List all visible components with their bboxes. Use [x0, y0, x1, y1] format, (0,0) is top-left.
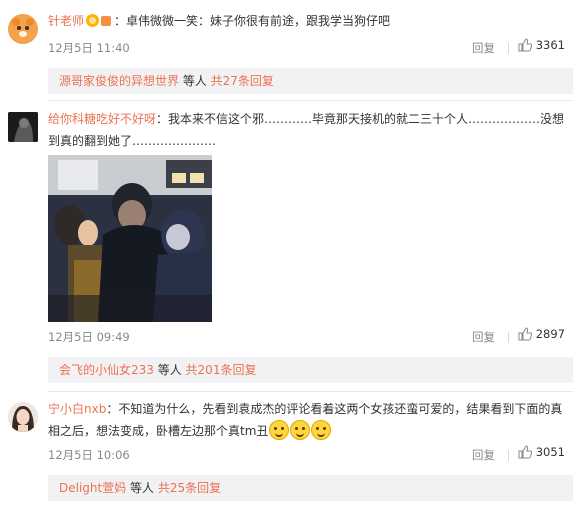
avatar[interactable] — [8, 402, 38, 432]
comment-3: 宁小白nxb：不知道为什么，先看到袁成杰的评论看着这两个女孩还蛮可爱的，结果看到… — [0, 392, 573, 509]
reply-user-link[interactable]: 源哥家俊俊的异想世界 — [59, 74, 179, 88]
comment-text-block: 针老师 ：卓伟微微一笑：妹子你很有前途，跟我学当狗仔吧 — [48, 10, 565, 32]
replies-bar[interactable]: 会飞的小仙女233 等人 共201条回复 — [48, 357, 573, 383]
thumb-up-icon — [518, 327, 532, 341]
avatar[interactable] — [8, 14, 38, 44]
replies-bar[interactable]: Delight萱妈 等人 共25条回复 — [48, 475, 573, 501]
meta-divider — [508, 450, 509, 461]
comment-meta: 12月5日 11:40 回复 3361 — [48, 38, 565, 58]
comment-date: 12月5日 10:06 — [48, 448, 130, 462]
replies-count-link[interactable]: 共25条回复 — [158, 481, 221, 495]
meta-divider — [508, 43, 509, 54]
comment-text-block: 宁小白nxb：不知道为什么，先看到袁成杰的评论看着这两个女孩还蛮可爱的，结果看到… — [48, 398, 565, 442]
replies-middle-text: 等人 — [126, 481, 158, 495]
comment-meta: 12月5日 10:06 回复 3051 — [48, 445, 565, 465]
laughing-emoji-icon — [290, 420, 311, 440]
thumb-up-icon — [518, 38, 532, 52]
reply-button[interactable]: 回复 — [472, 447, 495, 463]
comment-text: ：卓伟微微一笑：妹子你很有前途，跟我学当狗仔吧 — [114, 14, 391, 28]
like-count: 2897 — [535, 327, 565, 341]
like-button[interactable]: 3051 — [518, 445, 565, 459]
like-button[interactable]: 3361 — [518, 38, 565, 52]
comment-meta: 12月5日 09:49 回复 2897 — [48, 327, 565, 347]
avatar[interactable] — [8, 112, 38, 142]
replies-bar[interactable]: 源哥家俊俊的异想世界 等人 共27条回复 — [48, 68, 573, 94]
laughing-emoji-icon — [269, 420, 290, 440]
replies-middle-text: 等人 — [153, 363, 186, 377]
comment-date: 12月5日 11:40 — [48, 41, 130, 55]
comment-text-block: 给你科糖吃好不好呀：我本来不信这个邪…………毕竟那天接机的就二三十个人……………… — [48, 108, 565, 152]
like-button[interactable]: 2897 — [518, 327, 565, 341]
comment-date: 12月5日 09:49 — [48, 330, 130, 344]
reply-user-link[interactable]: Delight萱妈 — [59, 481, 126, 495]
comment-photo[interactable] — [48, 155, 212, 322]
laughing-emoji-icon — [311, 420, 332, 440]
comment-username[interactable]: 宁小白nxb — [48, 402, 106, 416]
like-count: 3361 — [535, 38, 565, 52]
replies-count-link[interactable]: 共27条回复 — [211, 74, 274, 88]
replies-count-link[interactable]: 共201条回复 — [186, 363, 257, 377]
like-count: 3051 — [535, 445, 565, 459]
comment-username[interactable]: 给你科糖吃好不好呀 — [48, 112, 156, 126]
meta-divider — [508, 332, 509, 343]
vip-badge-icon — [86, 14, 100, 27]
comment-username[interactable]: 针老师 — [48, 14, 84, 28]
reply-user-link[interactable]: 会飞的小仙女233 — [59, 363, 154, 377]
member-icon — [101, 16, 112, 26]
replies-middle-text: 等人 — [179, 74, 211, 88]
reply-button[interactable]: 回复 — [472, 40, 495, 56]
comment-1: 针老师 ：卓伟微微一笑：妹子你很有前途，跟我学当狗仔吧 12月5日 11:40 回… — [0, 0, 573, 100]
thumb-up-icon — [518, 445, 532, 459]
reply-button[interactable]: 回复 — [472, 329, 495, 345]
